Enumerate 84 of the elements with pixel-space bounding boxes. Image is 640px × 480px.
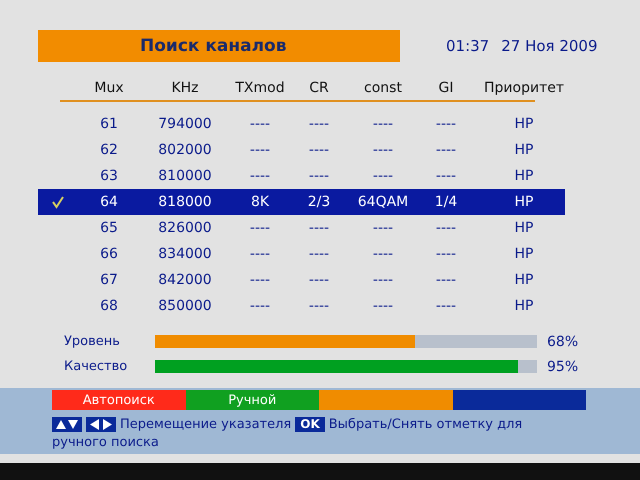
table-cell: 826000	[158, 220, 212, 236]
table-cell: 2/3	[308, 194, 330, 210]
table-cell: HP	[514, 220, 534, 236]
column-header: CR	[309, 80, 329, 96]
table-cell: ----	[250, 272, 270, 288]
table-cell: ----	[250, 116, 270, 132]
up-down-arrows-icon	[52, 416, 82, 432]
left-right-arrows-icon	[86, 416, 116, 432]
table-cell: ----	[372, 298, 394, 314]
table-cell: ----	[372, 246, 394, 262]
column-header: const	[364, 80, 402, 96]
table-cell: ----	[308, 142, 330, 158]
table-cell: 64QAM	[358, 194, 408, 210]
table-cell: ----	[308, 246, 330, 262]
table-cell: ----	[308, 168, 330, 184]
table-cell: 842000	[158, 272, 212, 288]
table-row[interactable]: 67 842000 ---- ---- ---- ---- HP	[38, 267, 565, 293]
table-row[interactable]: 65 826000 ---- ---- ---- ---- HP	[38, 215, 565, 241]
table-row[interactable]: 68 850000 ---- ---- ---- ---- HP	[38, 293, 565, 319]
table-cell: 61	[100, 116, 118, 132]
table-cell: 67	[100, 272, 118, 288]
table-cell: ----	[372, 220, 394, 236]
column-header: Приоритет	[484, 80, 564, 96]
table-cell: ----	[250, 220, 270, 236]
meter-reading: 68%	[547, 334, 578, 350]
table-cell: 850000	[158, 298, 212, 314]
table-cell: HP	[514, 298, 534, 314]
table-cell: 64	[100, 194, 118, 210]
table-row[interactable]: 62 802000 ---- ---- ---- ---- HP	[38, 137, 565, 163]
color-key[interactable]	[452, 390, 586, 410]
table-cell: ----	[308, 220, 330, 236]
table-cell: ----	[372, 142, 394, 158]
table-row[interactable]: 63 810000 ---- ---- ---- ---- HP	[38, 163, 565, 189]
table-cell: 63	[100, 168, 118, 184]
table-cell: HP	[514, 194, 534, 210]
table-cell: 834000	[158, 246, 212, 262]
table-cell: 1/4	[434, 194, 458, 210]
table-cell: ----	[250, 246, 270, 262]
table-cell: ----	[308, 272, 330, 288]
clock-date: 27 Ноя 2009	[501, 37, 598, 55]
table-cell: ----	[372, 116, 394, 132]
table-row[interactable]: 66 834000 ---- ---- ---- ---- HP	[38, 241, 565, 267]
table-cell: HP	[514, 246, 534, 262]
table-cell: HP	[514, 168, 534, 184]
table-cell: 810000	[158, 168, 212, 184]
table-cell: 8K	[250, 194, 270, 210]
table-cell: ----	[308, 298, 330, 314]
table-cell: HP	[514, 142, 534, 158]
color-key-button[interactable]: Автопоиск	[52, 390, 186, 410]
table-cell: ----	[436, 168, 456, 184]
column-header: Mux	[94, 80, 124, 96]
table-cell: ----	[436, 272, 456, 288]
table-cell: ----	[250, 142, 270, 158]
table-cell: HP	[514, 116, 534, 132]
table-cell: ----	[250, 168, 270, 184]
table-cell: ----	[372, 272, 394, 288]
help-text: Перемещение указателя OK Выбрать/Снять отметку для ручного поиска	[52, 416, 524, 452]
table-cell: ----	[372, 168, 394, 184]
table-cell: 818000	[158, 194, 212, 210]
meter-label: Уровень	[64, 334, 121, 349]
color-key[interactable]	[319, 390, 452, 410]
table-cell: ----	[436, 298, 456, 314]
screen-title: Поиск каналов	[38, 30, 400, 62]
meter-label: Качество	[64, 359, 128, 374]
table-row[interactable]: 61 794000 ---- ---- ---- ---- HP	[38, 111, 565, 137]
clock-time: 01:37	[446, 37, 490, 55]
table-cell: 62	[100, 142, 118, 158]
table-cell: ----	[436, 246, 456, 262]
column-header: GI	[438, 80, 454, 96]
table-cell: HP	[514, 272, 534, 288]
table-cell: ----	[436, 116, 456, 132]
selected-row[interactable]: 64 818000 8K 2/3 64QAM 1/4 HP	[38, 189, 565, 215]
table-cell: 794000	[158, 116, 212, 132]
table-cell: 68	[100, 298, 118, 314]
table-cell: 802000	[158, 142, 212, 158]
table-cell: 66	[100, 246, 118, 262]
table-cell: ----	[250, 298, 270, 314]
column-header: KHz	[171, 80, 199, 96]
table-cell: 65	[100, 220, 118, 236]
table-cell: ----	[436, 220, 456, 236]
meter-reading: 95%	[547, 358, 578, 374]
column-header: TXmod	[235, 80, 285, 96]
table-cell: ----	[436, 142, 456, 158]
table-cell: ----	[308, 116, 330, 132]
